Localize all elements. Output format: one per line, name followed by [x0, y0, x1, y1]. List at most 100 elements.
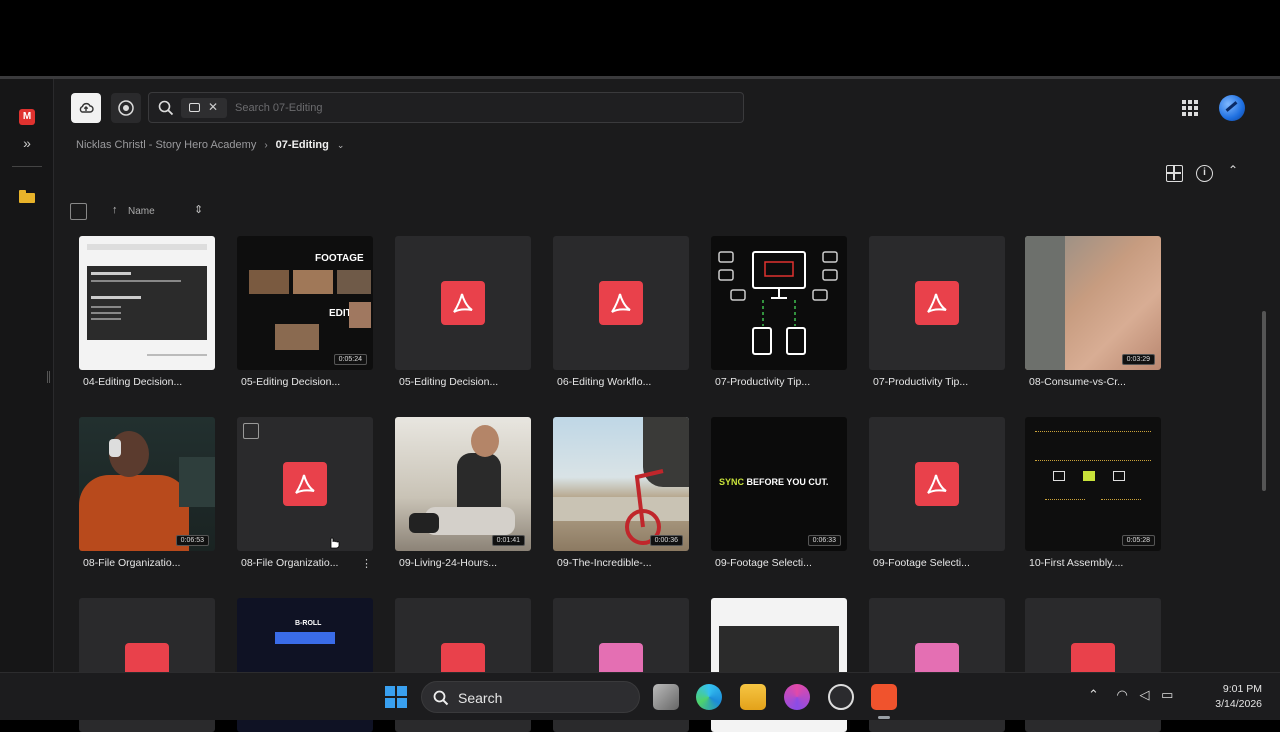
file-name: 07-Productivity Tip...	[715, 376, 811, 388]
doc-thumbnail	[79, 236, 215, 370]
taskbar-search[interactable]: Search	[421, 681, 640, 713]
file-browser-app: M » ✕ Nicklas Christl - Story Hero Acade…	[0, 76, 1280, 732]
pdf-icon	[441, 281, 485, 325]
video-thumbnail: 0:00:36	[553, 417, 689, 551]
video-thumbnail: 0:03:29	[1025, 236, 1161, 370]
pdf-icon	[915, 281, 959, 325]
pdf-thumbnail	[869, 417, 1005, 551]
avatar[interactable]	[1219, 95, 1245, 121]
video-thumbnail: SYNC BEFORE YOU CUT. 0:06:33	[711, 417, 847, 551]
duration-badge: 0:06:53	[175, 535, 209, 546]
expand-sidebar-icon[interactable]: »	[19, 136, 35, 150]
apps-grid-icon[interactable]	[1182, 100, 1198, 116]
search-icon	[433, 690, 449, 706]
chevron-down-icon[interactable]: ⌄	[337, 140, 345, 151]
wifi-icon[interactable]: ◠	[1117, 687, 1128, 702]
video-thumbnail: 0:06:53	[79, 417, 215, 551]
cloud-upload-icon	[79, 102, 94, 113]
taskbar-search-label: Search	[458, 690, 503, 706]
file-name: 09-Footage Selecti...	[873, 557, 970, 569]
rail-divider	[12, 166, 42, 167]
breadcrumb-current[interactable]: 07-Editing	[276, 139, 329, 151]
file-name: 09-Footage Selecti...	[715, 557, 812, 569]
folder-icon[interactable]	[19, 190, 35, 203]
search-icon	[158, 100, 174, 116]
thumb-text: BEFORE YOU CUT.	[746, 477, 829, 487]
search-input[interactable]	[235, 98, 715, 118]
history-button[interactable]	[111, 93, 141, 123]
task-view-icon[interactable]	[653, 684, 679, 710]
file-name: 09-Living-24-Hours...	[399, 557, 498, 569]
pdf-thumbnail	[395, 236, 531, 370]
video-thumbnail: FOOTAGE EDIT 0:05:24	[237, 236, 373, 370]
duration-badge: 0:05:24	[333, 354, 367, 365]
video-thumbnail: 0:05:28	[1025, 417, 1161, 551]
chevron-up-icon[interactable]: ⌃	[1088, 687, 1099, 702]
file-name: 10-First Assembly....	[1029, 557, 1124, 569]
active-app-indicator	[878, 716, 890, 719]
breadcrumb-root[interactable]: Nicklas Christl - Story Hero Academy	[76, 139, 256, 151]
more-options-icon[interactable]: ⋮	[361, 557, 372, 570]
video-thumbnail: 0:01:41	[395, 417, 531, 551]
pdf-thumbnail	[237, 417, 373, 551]
sort-ascending-icon[interactable]: ↑	[112, 204, 118, 216]
duration-badge: 0:06:33	[807, 535, 841, 546]
folder-scope-icon	[189, 103, 200, 112]
upload-button[interactable]	[71, 93, 101, 123]
file-name: 05-Editing Decision...	[241, 376, 341, 388]
search-bar[interactable]: ✕	[148, 92, 744, 123]
breadcrumb: Nicklas Christl - Story Hero Academy › 0…	[76, 137, 344, 153]
file-name: 05-Editing Decision...	[399, 376, 499, 388]
battery-icon[interactable]: ▭	[1161, 687, 1173, 702]
left-rail: M »	[0, 79, 54, 675]
file-name: 07-Productivity Tip...	[873, 376, 969, 388]
brave-browser-icon[interactable]	[871, 684, 897, 710]
duration-badge: 0:01:41	[491, 535, 525, 546]
thumb-text: FOOTAGE	[315, 253, 364, 264]
pdf-icon	[915, 462, 959, 506]
resize-handle[interactable]	[47, 371, 50, 383]
duration-badge: 0:05:28	[1121, 535, 1155, 546]
history-icon	[118, 100, 134, 116]
duration-badge: 0:03:29	[1121, 354, 1155, 365]
file-name: 06-Editing Workflo...	[557, 376, 652, 388]
file-name: 09-The-Incredible-...	[557, 557, 652, 569]
system-tray[interactable]: ⌃ ◠ ◁ ▭	[1088, 687, 1173, 703]
pdf-icon	[599, 281, 643, 325]
clear-scope-icon[interactable]: ✕	[208, 100, 218, 114]
info-icon[interactable]: i	[1196, 165, 1213, 182]
sort-order-icon[interactable]: ⇕	[194, 203, 203, 216]
item-checkbox[interactable]	[243, 423, 259, 439]
windows-taskbar: Search ⌃ ◠ ◁ ▭ 9:01 PM 3/14/2026	[0, 672, 1280, 720]
file-explorer-icon[interactable]	[740, 684, 766, 710]
duration-badge: 0:00:36	[649, 535, 683, 546]
grid-view-icon[interactable]	[1166, 165, 1183, 182]
vertical-scrollbar[interactable]	[1262, 311, 1266, 491]
mouse-cursor-icon	[330, 537, 340, 549]
file-name: 08-File Organizatio...	[83, 557, 181, 569]
app-logo-icon[interactable]: M	[19, 109, 35, 125]
speaker-icon[interactable]: ◁	[1140, 687, 1150, 702]
file-name: 08-Consume-vs-Cr...	[1029, 376, 1126, 388]
edge-browser-icon[interactable]	[696, 684, 722, 710]
select-all-checkbox[interactable]	[70, 203, 87, 220]
clock-date: 3/14/2026	[1215, 698, 1262, 710]
sort-label[interactable]: Name	[128, 206, 155, 217]
thumb-text: SYNC	[719, 477, 745, 487]
thumb-text: B-ROLL	[295, 620, 322, 627]
search-scope-chip[interactable]: ✕	[181, 98, 227, 118]
screen-top-black-bar	[0, 0, 1280, 76]
image-thumbnail	[711, 236, 847, 370]
view-controls: i ⌃	[1166, 163, 1246, 183]
clock[interactable]: 9:01 PM 3/14/2026	[1198, 682, 1262, 712]
pdf-thumbnail	[869, 236, 1005, 370]
collapse-icon[interactable]: ⌃	[1228, 163, 1238, 177]
start-button-icon[interactable]	[385, 686, 407, 708]
file-name: 08-File Organizatio...	[241, 557, 339, 569]
pdf-icon	[283, 462, 327, 506]
workflow-diagram-icon	[718, 251, 838, 355]
clock-time: 9:01 PM	[1222, 683, 1262, 695]
app-icon[interactable]	[784, 684, 810, 710]
chevron-right-icon: ›	[264, 139, 268, 151]
chrome-icon[interactable]	[828, 684, 854, 710]
